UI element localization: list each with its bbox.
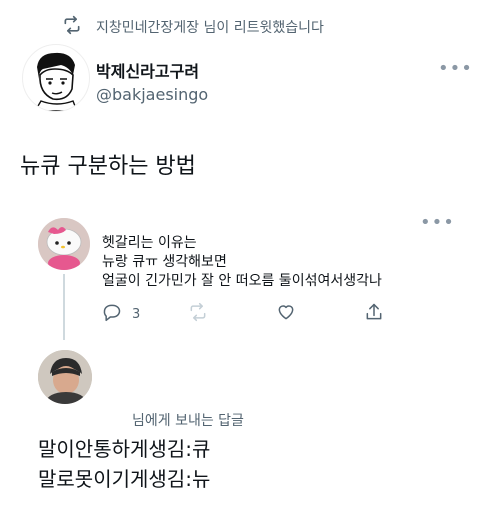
reply-body: 말이안통하게생김:큐 말로못이기게생김:뉴 [38,434,210,494]
quoted-author-avatar[interactable] [38,218,90,270]
reply-line: 말로못이기게생김:뉴 [38,467,211,491]
author-avatar[interactable] [22,44,90,112]
reply-author-avatar[interactable] [38,350,92,404]
tweet-body: 뉴큐 구분하는 방법 [20,154,196,179]
retweet-icon [188,302,208,326]
reply-icon [102,302,122,326]
author-name[interactable]: 박제신라고구려 [96,58,199,82]
share-icon [364,302,384,326]
like-action[interactable] [276,302,296,326]
quoted-line: 얼굴이 긴가민가 잘 안 떠오름 둘이섞여서생각나 [102,273,382,289]
retweet-header: 지창민네간장게장 님이 리트윗했습니다 [62,14,324,40]
reply-count: 3 [132,306,141,322]
author-handle[interactable]: @bakjaesingo [96,85,208,104]
thread-line [63,274,65,340]
more-icon[interactable]: ••• [438,60,473,78]
retweet-action[interactable] [188,302,208,326]
quoted-tweet-text: 헷갈리는 이유는 뉴랑 큐ㅠ 생각해보면 얼굴이 긴가민가 잘 안 떠오름 둘이… [102,234,382,291]
share-action[interactable] [364,302,384,326]
reply-action[interactable]: 3 [102,302,140,326]
reply-line: 말이안통하게생김:큐 [38,437,211,461]
quoted-more-icon[interactable]: ••• [420,214,455,232]
quoted-line: 뉴랑 큐ㅠ 생각해보면 [102,254,227,270]
heart-icon [276,302,296,326]
quoted-line: 헷갈리는 이유는 [102,235,197,251]
retweet-icon [62,15,82,39]
retweet-text: 지창민네간장게장 님이 리트윗했습니다 [96,20,324,36]
reply-recipient: 님에게 보내는 답글 [132,413,244,429]
